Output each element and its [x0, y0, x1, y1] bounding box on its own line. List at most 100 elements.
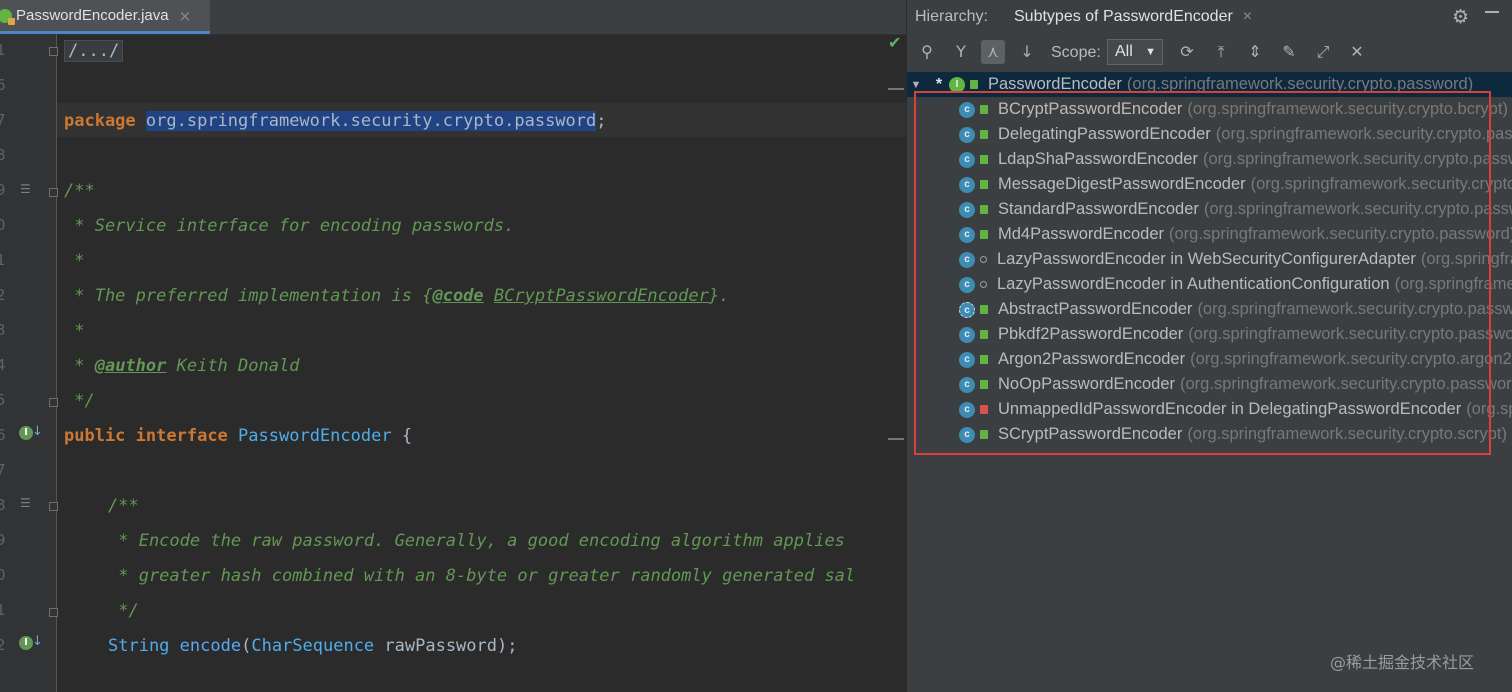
gear-icon[interactable]: ⚙: [1452, 6, 1469, 28]
hierarchy-toolbar: ⚲ Y ⋏ ↓ Scope: All ▼ ⟳ ⤒ ⇕ ✎ ⤢ ✕: [907, 36, 1512, 70]
close-tab-icon[interactable]: ×: [179, 7, 192, 25]
scope-label: Scope:: [1051, 44, 1101, 61]
open-in-window-icon[interactable]: ⤢: [1311, 40, 1335, 64]
expand-all-icon[interactable]: ⇕: [1243, 40, 1267, 64]
keyword: public: [64, 426, 126, 446]
fold-toggle-icon[interactable]: [49, 188, 58, 197]
tree-row[interactable]: c StandardPasswordEncoder (org.springframe…: [907, 197, 1512, 222]
code-line: * The preferred implementation is {@code…: [64, 279, 729, 313]
close-icon[interactable]: ✕: [1345, 40, 1369, 64]
package-name: (org.springframework.security.crypto.pas…: [1250, 175, 1512, 193]
class-icon: c: [959, 151, 975, 168]
hierarchy-tree[interactable]: ▼ * I PasswordEncoder (org.springframewo…: [907, 72, 1512, 692]
sort-alphabetically-icon[interactable]: ↓: [1015, 40, 1039, 64]
editor-tab-bar: PasswordEncoder.java ×: [0, 0, 906, 35]
tree-row[interactable]: c Md4PasswordEncoder (org.springframework.…: [907, 222, 1512, 247]
visibility-icon: [980, 430, 988, 439]
tree-row[interactable]: c Pbkdf2PasswordEncoder (org.springframewo…: [907, 322, 1512, 347]
tree-row[interactable]: c UnmappedIdPasswordEncoder in Delegating…: [907, 397, 1512, 422]
code-area[interactable]: /.../ package org.springframework.securi…: [64, 34, 894, 692]
chevron-down-icon[interactable]: ▼: [909, 79, 923, 91]
fold-toggle-icon[interactable]: [49, 502, 58, 511]
comment: * Service interface for encoding passwor…: [64, 216, 515, 236]
class-icon: c: [959, 251, 975, 268]
keyword: interface: [135, 426, 228, 446]
tree-row[interactable]: c MessageDigestPasswordEncoder (org.spring…: [907, 172, 1512, 197]
inspection-ok-icon[interactable]: ✔: [888, 33, 901, 52]
tree-row[interactable]: c NoOpPasswordEncoder (org.springframework…: [907, 372, 1512, 397]
code-line: * greater hash combined with an 8-byte o…: [108, 559, 855, 593]
subtypes-hierarchy-icon[interactable]: ⋏: [981, 40, 1005, 64]
tree-row[interactable]: c DelegatingPasswordEncoder (org.springfra…: [907, 122, 1512, 147]
code-line: public interface PasswordEncoder {: [64, 419, 412, 453]
hierarchy-tab[interactable]: Subtypes of PasswordEncoder ×: [1004, 0, 1264, 34]
type-name[interactable]: String: [108, 636, 169, 656]
tree-row[interactable]: c Argon2PasswordEncoder (org.springframewo…: [907, 347, 1512, 372]
class-icon: c: [959, 426, 975, 443]
javadoc-ref[interactable]: BCryptPasswordEncoder: [494, 286, 709, 306]
editor-tab[interactable]: PasswordEncoder.java ×: [0, 0, 210, 34]
class-name: LazyPasswordEncoder in AuthenticationCon…: [997, 275, 1390, 293]
close-icon[interactable]: ×: [1243, 8, 1252, 26]
scrollbar-marker[interactable]: [888, 438, 904, 440]
scrollbar-marker[interactable]: [888, 88, 904, 90]
class-icon: c: [959, 401, 975, 418]
navigate-down-icon[interactable]: ↓: [32, 634, 43, 649]
tree-row[interactable]: c SCryptPasswordEncoder (org.springframewo…: [907, 422, 1512, 447]
visibility-icon: [980, 130, 988, 139]
type-name[interactable]: CharSequence: [251, 636, 374, 656]
tree-row[interactable]: c LazyPasswordEncoder in AuthenticationCo…: [907, 272, 1512, 297]
interface-name[interactable]: PasswordEncoder: [238, 426, 392, 446]
comment: }.: [708, 286, 730, 306]
navigate-down-icon[interactable]: ↓: [32, 424, 43, 439]
export-icon[interactable]: ⤒: [1209, 40, 1233, 64]
package-name: (org.springframework.security.crypto.scr…: [1187, 425, 1508, 443]
implemented-by-icon[interactable]: I: [19, 636, 33, 650]
line-number: 8: [0, 146, 6, 164]
tree-row[interactable]: c AbstractPasswordEncoder (org.springframe…: [907, 297, 1512, 322]
class-name: LazyPasswordEncoder in WebSecurityConfig…: [997, 250, 1416, 268]
package-name: (org.springframework.security.crypto.pas…: [1215, 125, 1512, 143]
pin-icon[interactable]: ✎: [1277, 40, 1301, 64]
minimize-icon[interactable]: [1485, 11, 1499, 13]
fold-toggle-icon[interactable]: [49, 398, 58, 407]
punctuation: (: [241, 636, 252, 656]
editor-tab-label: PasswordEncoder.java: [16, 7, 169, 24]
fold-toggle-icon[interactable]: [49, 608, 58, 617]
class-icon: c: [959, 126, 975, 143]
scope-dropdown[interactable]: All ▼: [1107, 39, 1163, 65]
method-name[interactable]: encode: [180, 636, 241, 656]
parameter: rawPassword);: [374, 636, 518, 656]
class-name: Pbkdf2PasswordEncoder: [998, 325, 1184, 343]
watermark: @稀土掘金技术社区: [1330, 653, 1475, 672]
line-number: 2: [0, 286, 6, 304]
tree-row[interactable]: c BCryptPasswordEncoder (org.springframewo…: [907, 97, 1512, 122]
doc-render-icon[interactable]: ☰: [20, 182, 31, 196]
implemented-by-icon[interactable]: I: [19, 426, 33, 440]
fold-toggle-icon[interactable]: [49, 47, 58, 56]
visibility-icon: [980, 205, 988, 214]
package-name: (org.springframework.security.crypto.pas…: [1203, 200, 1512, 218]
tree-root-row[interactable]: ▼ * I PasswordEncoder (org.springframewo…: [907, 72, 1512, 97]
javadoc-tag: @code: [432, 286, 484, 306]
interface-icon: I: [949, 76, 965, 93]
line-number: 1: [0, 41, 6, 59]
type-hierarchy-icon[interactable]: ⚲: [915, 40, 939, 64]
doc-render-icon[interactable]: ☰: [20, 496, 31, 510]
tree-row[interactable]: c LazyPasswordEncoder in WebSecurityConfi…: [907, 247, 1512, 272]
class-name: MessageDigestPasswordEncoder: [998, 175, 1246, 193]
visibility-icon: [980, 180, 988, 189]
supertypes-hierarchy-icon[interactable]: Y: [949, 40, 973, 64]
package-name: (org.springframework.security.crypto.arg…: [1190, 350, 1512, 368]
code-line: */: [64, 384, 94, 418]
class-icon: c: [959, 101, 975, 118]
punctuation: ;: [596, 111, 607, 131]
code-editor[interactable]: PasswordEncoder.java × 1 6 7 8 9 0 1 2 3…: [0, 0, 906, 692]
tree-row[interactable]: c LdapShaPasswordEncoder (org.springframew…: [907, 147, 1512, 172]
class-icon: c: [959, 326, 975, 343]
class-icon: c: [959, 226, 975, 243]
comment: * The preferred implementation is {: [64, 286, 433, 306]
folded-region[interactable]: /.../: [64, 40, 124, 62]
code-line: */: [108, 594, 138, 628]
refresh-icon[interactable]: ⟳: [1175, 40, 1199, 64]
